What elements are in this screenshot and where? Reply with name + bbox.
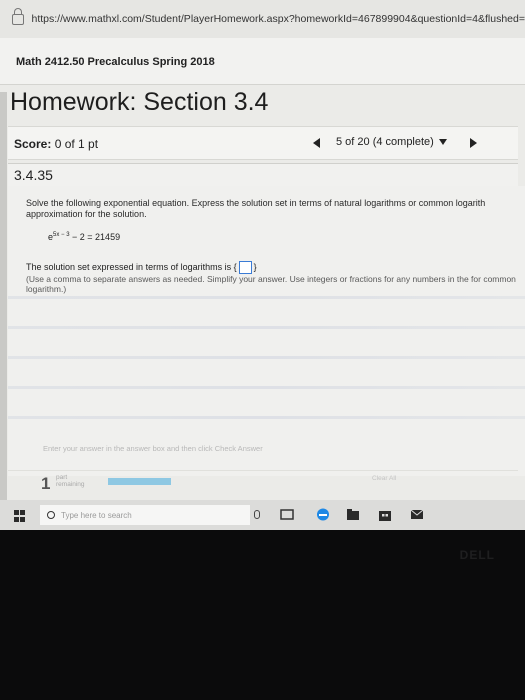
edge-browser-icon[interactable] [316,508,330,521]
store-icon[interactable] [378,508,392,521]
screen-moire-band [8,326,525,329]
equation-exponent: 5x − 3 [53,232,70,238]
windows-taskbar: Type here to search [0,500,525,530]
left-collapsed-panel[interactable] [0,92,7,522]
monitor-screen: https://www.mathxl.com/Student/PlayerHom… [0,0,525,530]
score-value: 0 of 1 pt [54,137,99,151]
laptop-bezel [0,530,525,700]
parts-remaining-row: 1 part remaining Clear All [8,470,518,499]
equation: e5x − 3 − 2 = 21459 [48,232,120,242]
clear-all-button[interactable]: Clear All [372,475,396,482]
course-header: Math 2412.50 Precalculus Spring 2018 [0,38,525,85]
parts-progress-bar [108,478,171,485]
question-progress: 5 of 20 (4 complete) [336,136,434,148]
taskbar-search-placeholder: Type here to search [61,510,132,520]
browser-address-bar[interactable]: https://www.mathxl.com/Student/PlayerHom… [0,0,525,39]
chevron-down-icon [438,139,447,145]
task-view-icon[interactable] [280,508,294,521]
microphone-icon[interactable] [254,510,260,519]
parts-label-line1: part [56,474,68,481]
score-label: Score: [14,137,52,151]
lock-icon [12,7,24,25]
previous-question-icon[interactable] [313,138,320,148]
screen-moire-band [8,356,525,359]
question-instruction: Solve the following exponential equation… [26,198,486,219]
screen-moire-band [8,296,525,299]
next-question-icon[interactable] [470,138,477,148]
course-title: Math 2412.50 Precalculus Spring 2018 [16,56,215,68]
question-id: 3.4.35 [14,167,53,183]
search-icon [47,511,55,519]
file-explorer-icon[interactable] [346,508,360,521]
screen-moire-band [8,416,525,419]
brace-close: } [253,261,257,272]
mail-icon[interactable] [410,508,424,521]
question-id-row: 3.4.35 [8,163,518,187]
url-text[interactable]: https://www.mathxl.com/Student/PlayerHom… [32,13,525,25]
score-text: Score: 0 of 1 pt [14,137,98,151]
windows-start-icon[interactable] [14,510,26,522]
enter-answer-instruction: Enter your answer in the answer box and … [43,444,263,453]
score-row: Score: 0 of 1 pt 5 of 20 (4 complete) [8,126,518,160]
solution-prefix: The solution set expressed in terms of l… [26,261,232,272]
parts-remaining-count: 1 [41,474,51,493]
parts-label-line2: remaining [56,481,85,488]
question-progress-dropdown[interactable]: 5 of 20 (4 complete) [336,136,447,148]
answer-hint: (Use a comma to separate answers as need… [26,274,516,294]
equation-rest: − 2 = 21459 [69,232,121,242]
page-title: Homework: Section 3.4 [10,88,269,116]
answer-input-box[interactable] [238,261,252,274]
taskbar-search-box[interactable]: Type here to search [40,505,250,525]
brace-open: { [233,261,237,272]
solution-line: The solution set expressed in terms of l… [26,261,257,274]
parts-remaining-label: part remaining [56,474,85,488]
screen-moire-band [8,386,525,389]
dell-logo: DELL [459,548,495,562]
question-content: Solve the following exponential equation… [8,186,525,476]
